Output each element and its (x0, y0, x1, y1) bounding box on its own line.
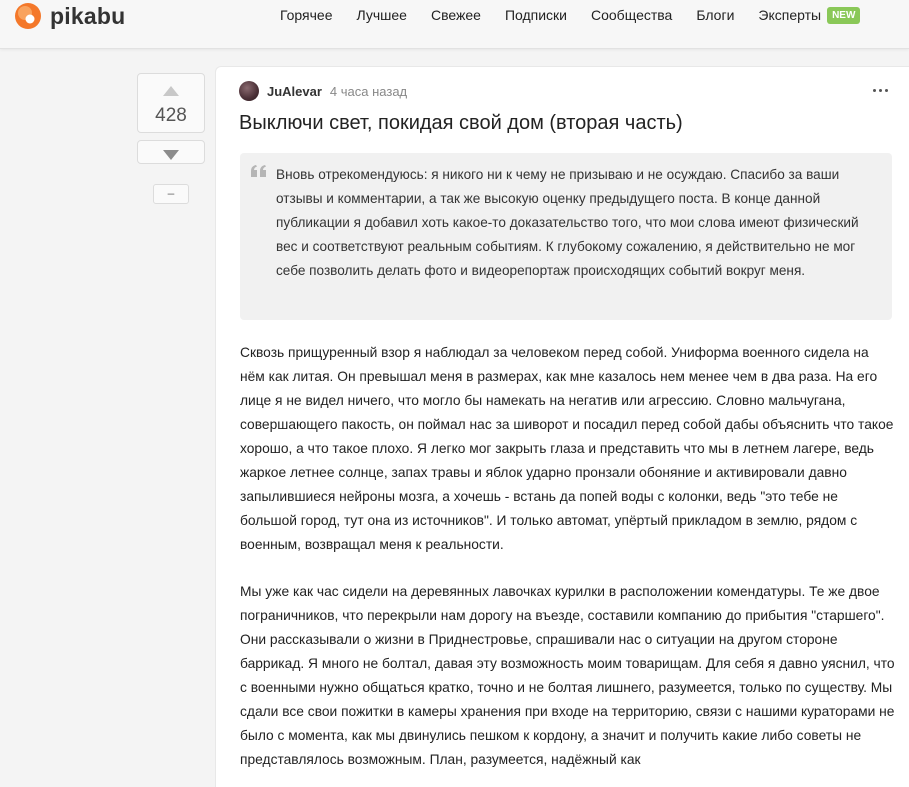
quote-text: Вновь отрекомендуюсь: я никого ни к чему… (276, 167, 859, 278)
post-paragraph: Мы уже как час сидели на деревянных лаво… (240, 584, 895, 767)
nav-fresh[interactable]: Свежее (431, 7, 481, 23)
downvote-button[interactable] (137, 140, 205, 164)
quote-icon (251, 164, 267, 182)
quote-block: Вновь отрекомендуюсь: я никого ни к чему… (240, 153, 892, 320)
main-nav: Горячее Лучшее Свежее Подписки Сообществ… (280, 0, 861, 30)
nav-blogs[interactable]: Блоги (696, 7, 734, 23)
post-title[interactable]: Выключи свет, покидая свой дом (вторая ч… (239, 112, 683, 135)
header: pikabu Горячее Лучшее Свежее Подписки Со… (0, 0, 909, 49)
logo-text: pikabu (50, 2, 126, 29)
post-meta: JuAlevar 4 часа назад (239, 81, 407, 101)
post-time: 4 часа назад (329, 83, 408, 99)
nav-hot[interactable]: Горячее (280, 7, 333, 23)
nav-communities[interactable]: Сообщества (591, 7, 672, 23)
more-options-icon[interactable] (872, 81, 890, 99)
vote-box: 428 (137, 73, 205, 133)
author-name[interactable]: JuAlevar (267, 84, 322, 99)
post-paragraph: Сквозь прищуренный взор я наблюдал за че… (240, 345, 894, 552)
pikabu-logo-icon (14, 2, 42, 30)
nav-subscriptions[interactable]: Подписки (505, 7, 567, 23)
avatar[interactable] (239, 81, 259, 101)
collapse-post-button[interactable]: – (153, 184, 189, 204)
nav-best[interactable]: Лучшее (357, 7, 407, 23)
rating-count: 428 (155, 105, 187, 126)
downvote-arrow-icon (163, 147, 179, 165)
post-card: JuAlevar 4 часа назад Выключи свет, поки… (215, 66, 909, 787)
nav-experts[interactable]: Эксперты (758, 7, 821, 23)
new-badge: NEW (827, 6, 861, 24)
logo[interactable]: pikabu (14, 2, 125, 30)
upvote-arrow-icon[interactable] (163, 83, 179, 101)
